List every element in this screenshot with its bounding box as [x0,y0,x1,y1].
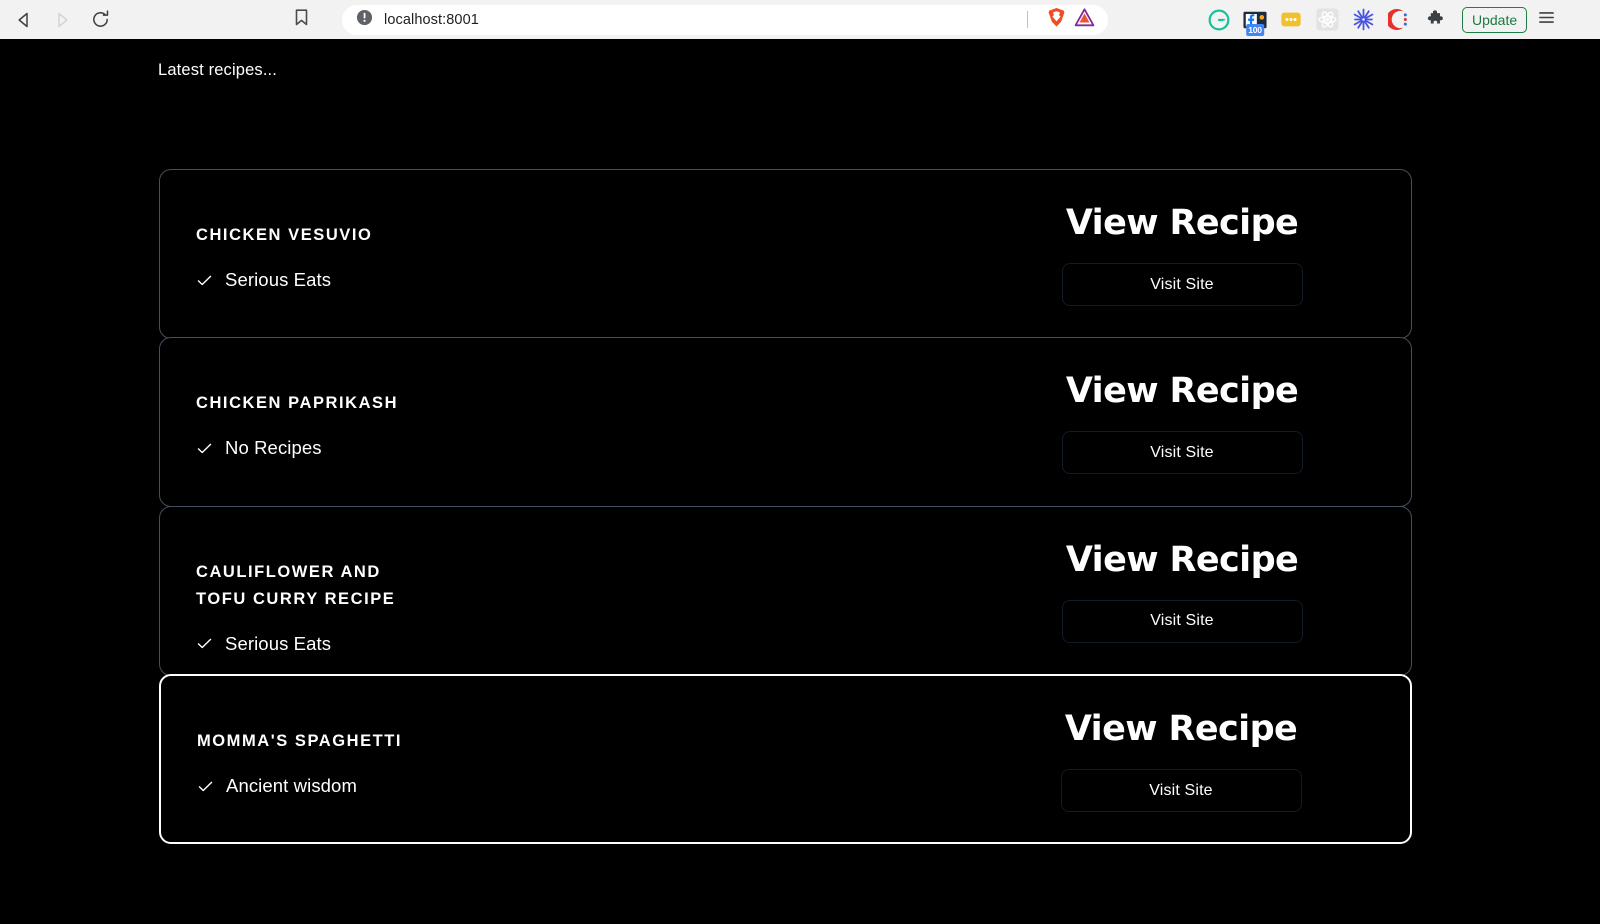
info-circle-icon[interactable] [356,9,373,31]
view-recipe-heading: View Recipe [1064,709,1298,750]
browser-toolbar: localhost:8001 100 Update [0,0,1600,39]
check-icon [196,635,213,652]
view-recipe-heading: View Recipe [1065,203,1299,243]
page-content: Latest recipes... Chicken Vesuvio Seriou… [0,39,1600,924]
recipe-source-label: Serious Eats [225,632,332,654]
recipe-card[interactable]: Chicken Vesuvio Serious Eats View Recipe… [159,169,1412,339]
page-title: Latest recipes... [158,61,278,79]
snowflake-extension-icon[interactable] [1348,5,1378,35]
extensions-toolbar: 100 [1204,5,1450,36]
check-icon [197,778,214,795]
visit-site-button[interactable]: Visit Site [1061,599,1303,643]
address-bar[interactable]: localhost:8001 [342,4,1108,35]
navigation-buttons [6,4,118,36]
extension-badge-count: 100 [1246,24,1264,36]
recipe-list: Chicken Vesuvio Serious Eats View Recipe… [159,169,1412,845]
recipe-card-info: Cauliflower and Tofu Curry Recipe Seriou… [160,507,991,655]
recipe-card-info: Momma's Spaghetti Ancient wisdom [161,676,990,797]
recipe-card-actions: View Recipe Visit Site [990,676,1410,813]
recipe-card[interactable]: Cauliflower and Tofu Curry Recipe Seriou… [159,505,1412,676]
colorzilla-icon[interactable] [1384,5,1414,35]
check-icon [196,272,213,289]
view-recipe-heading: View Recipe [1065,539,1299,580]
react-devtools-icon[interactable] [1312,5,1342,35]
bat-triangle-icon [1074,7,1095,32]
recipe-source: Serious Eats [196,269,991,291]
visit-site-button[interactable]: Visit Site [1061,263,1303,306]
bat-rewards-button[interactable] [1070,7,1098,33]
reload-button[interactable] [82,4,118,36]
recipe-title: Momma's Spaghetti [197,732,403,751]
view-recipe-heading: View Recipe [1065,371,1299,412]
back-button[interactable] [6,4,42,36]
recipe-title: Cauliflower and Tofu Curry Recipe [196,562,396,608]
brave-shields-button[interactable] [1042,7,1070,33]
check-icon [196,440,213,457]
divider [1027,11,1028,28]
recipe-source: Ancient wisdom [197,775,990,797]
recipe-card-info: Chicken Vesuvio Serious Eats [160,170,991,291]
recipe-source-label: Ancient wisdom [226,775,357,797]
bookmark-button[interactable] [284,4,318,36]
facebook-pixel-helper-icon[interactable]: 100 [1240,5,1270,36]
browser-menu-button[interactable] [1533,5,1559,35]
forward-button[interactable] [44,4,80,36]
reload-icon [90,9,111,30]
brave-shields-lion-icon [1047,7,1066,33]
visit-site-button[interactable]: Visit Site [1060,769,1302,813]
recipe-card[interactable]: Chicken Paprikash No Recipes View Recipe… [159,337,1412,508]
recipe-source-label: Serious Eats [225,269,332,290]
forward-arrow-icon [52,10,72,30]
recipe-card-actions: View Recipe Visit Site [991,170,1411,306]
visit-site-button[interactable]: Visit Site [1061,431,1303,475]
address-bar-actions [1027,7,1098,33]
recipe-card-actions: View Recipe Visit Site [991,338,1411,475]
update-button[interactable]: Update [1462,6,1528,33]
recipe-card[interactable]: Momma's Spaghetti Ancient wisdom View Re… [159,674,1412,845]
hamburger-menu-icon [1537,8,1556,32]
back-arrow-icon [14,10,34,30]
bookmark-icon [293,8,310,32]
recipe-title: Chicken Paprikash [196,394,399,413]
recipe-source: No Recipes [196,437,991,459]
recipe-source-label: No Recipes [225,437,322,459]
address-bar-url[interactable]: localhost:8001 [384,12,1027,28]
recipe-card-actions: View Recipe Visit Site [991,507,1411,643]
recipe-card-info: Chicken Paprikash No Recipes [160,338,991,459]
yellow-dots-extension-icon[interactable] [1276,5,1306,35]
recipe-source: Serious Eats [196,633,991,655]
grammarly-icon[interactable] [1204,5,1234,35]
recipe-title: Chicken Vesuvio [196,226,373,244]
puzzle-extensions-icon[interactable] [1420,5,1450,35]
